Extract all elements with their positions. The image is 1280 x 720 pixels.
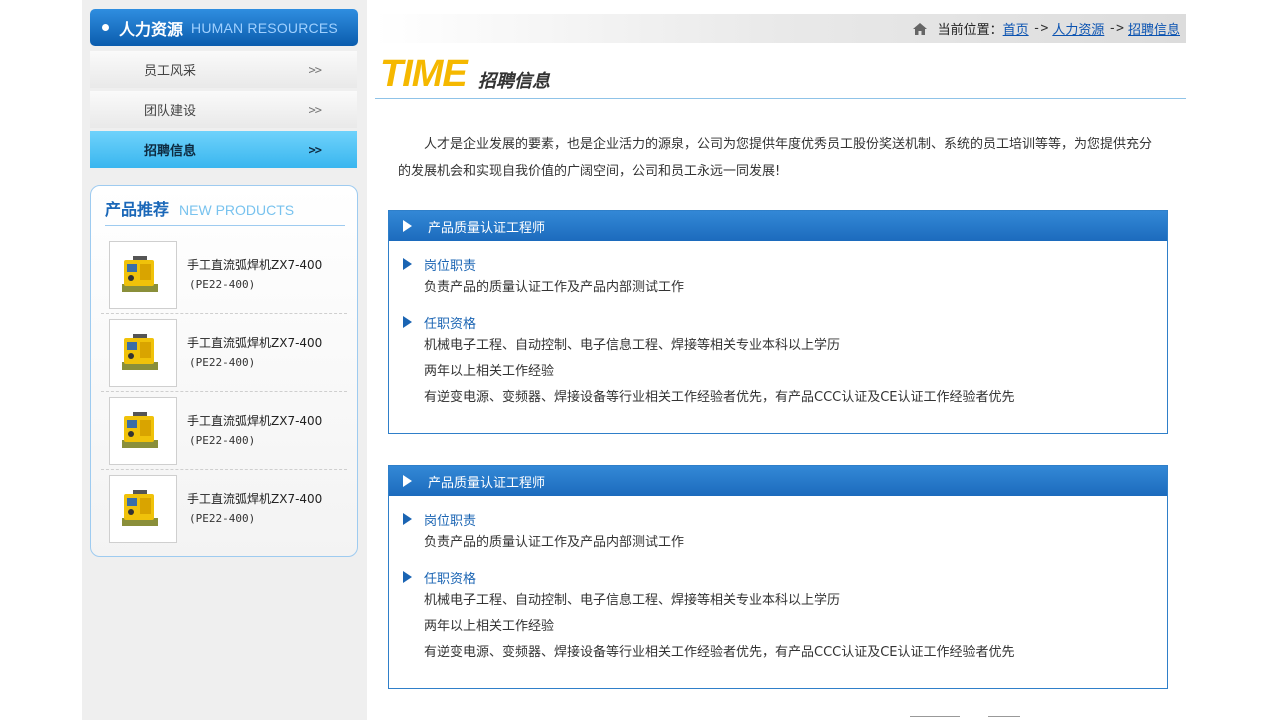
triangle-right-icon bbox=[403, 571, 412, 583]
breadcrumb-separator: -> bbox=[1108, 21, 1124, 36]
product-name[interactable]: 手工直流弧焊机ZX7-400 bbox=[187, 255, 322, 275]
breadcrumb-hr-link[interactable]: 人力资源 bbox=[1052, 19, 1104, 38]
sidebar-title-en: HUMAN RESOURCES bbox=[191, 19, 338, 36]
products-title-zh: 产品推荐 bbox=[105, 200, 170, 219]
home-icon bbox=[912, 22, 927, 35]
product-item[interactable]: 手工直流弧焊机ZX7-400 (PE22-400) bbox=[101, 314, 347, 392]
double-chevron-icon: >> bbox=[308, 142, 322, 157]
sidebar-nav: 员工风采 >> 团队建设 >> 招聘信息 >> bbox=[90, 51, 357, 171]
triangle-right-icon bbox=[403, 316, 412, 328]
breadcrumb-prefix: 当前位置： bbox=[937, 23, 1003, 38]
products-panel: 产品推荐 NEW PRODUCTS 手工直流弧焊机ZX7-400 (PE22-4… bbox=[90, 185, 358, 557]
product-image[interactable] bbox=[109, 318, 177, 387]
pagination-button[interactable] bbox=[910, 716, 960, 720]
products-list: 手工直流弧焊机ZX7-400 (PE22-400) 手工直流弧焊机ZX7-400… bbox=[101, 236, 347, 548]
duty-title: 岗位职责 bbox=[424, 258, 477, 274]
page-title: TIME 招聘信息 bbox=[375, 54, 1186, 99]
sidebar-item-label: 团队建设 bbox=[144, 104, 197, 119]
duty-line: 负责产品的质量认证工作及产品内部测试工作 bbox=[424, 535, 685, 550]
triangle-right-icon bbox=[403, 475, 412, 487]
product-name[interactable]: 手工直流弧焊机ZX7-400 bbox=[187, 411, 322, 431]
requirement-line: 有逆变电源、变频器、焊接设备等行业相关工作经验者优先，有产品CCC认证及CE认证… bbox=[424, 390, 1015, 405]
breadcrumb-separator: -> bbox=[1032, 21, 1049, 36]
product-name[interactable]: 手工直流弧焊机ZX7-400 bbox=[187, 333, 322, 353]
product-item[interactable]: 手工直流弧焊机ZX7-400 (PE22-400) bbox=[101, 236, 347, 314]
double-chevron-icon: >> bbox=[308, 102, 322, 117]
welder-machine-icon bbox=[122, 411, 158, 448]
welder-machine-icon bbox=[122, 255, 158, 292]
page: 人力资源 HUMAN RESOURCES 员工风采 >> 团队建设 >> 招聘信… bbox=[0, 0, 1280, 720]
sidebar-item-staff[interactable]: 员工风采 >> bbox=[90, 51, 357, 88]
job-card: 产品质量认证工程师 岗位职责 负责产品的质量认证工作及产品内部测试工作 任职资格… bbox=[388, 465, 1168, 689]
job-title: 产品质量认证工程师 bbox=[428, 475, 546, 491]
intro-paragraph: 人才是企业发展的要素，也是企业活力的源泉，公司为您提供年度优秀员工股份奖送机制、… bbox=[398, 137, 1153, 179]
job-card-header: 产品质量认证工程师 bbox=[389, 211, 1167, 241]
products-title-en: NEW PRODUCTS bbox=[179, 202, 295, 218]
requirement-title: 任职资格 bbox=[424, 316, 477, 332]
sidebar-header: 人力资源 HUMAN RESOURCES bbox=[90, 9, 358, 46]
duty-section: 岗位职责 负责产品的质量认证工作及产品内部测试工作 bbox=[389, 253, 1167, 301]
job-card-header: 产品质量认证工程师 bbox=[389, 466, 1167, 496]
triangle-right-icon bbox=[403, 513, 412, 525]
product-item[interactable]: 手工直流弧焊机ZX7-400 (PE22-400) bbox=[101, 470, 347, 548]
requirement-line: 两年以上相关工作经验 bbox=[424, 619, 555, 634]
product-model: (PE22-400) bbox=[189, 355, 256, 369]
product-image[interactable] bbox=[109, 240, 177, 309]
pagination-button[interactable] bbox=[988, 716, 1020, 720]
breadcrumb-home-link[interactable]: 首页 bbox=[1003, 19, 1029, 38]
breadcrumb-current-link[interactable]: 招聘信息 bbox=[1128, 19, 1180, 38]
triangle-right-icon bbox=[403, 258, 412, 270]
sidebar-item-recruitment[interactable]: 招聘信息 >> bbox=[90, 131, 357, 168]
sidebar-item-label: 员工风采 bbox=[144, 64, 197, 79]
left-sidebar: 人力资源 HUMAN RESOURCES 员工风采 >> 团队建设 >> 招聘信… bbox=[82, 0, 367, 720]
requirement-title: 任职资格 bbox=[424, 571, 477, 587]
sidebar-title: 人力资源 bbox=[119, 19, 184, 39]
products-title: 产品推荐 NEW PRODUCTS bbox=[105, 196, 345, 226]
product-model: (PE22-400) bbox=[189, 512, 256, 525]
product-image[interactable] bbox=[109, 475, 177, 543]
welder-machine-icon bbox=[122, 333, 158, 370]
requirement-section: 任职资格 机械电子工程、自动控制、电子信息工程、焊接等相关专业本科以上学历 两年… bbox=[389, 566, 1167, 666]
product-image[interactable] bbox=[109, 396, 177, 465]
page-title-en: TIME bbox=[380, 53, 468, 95]
duty-title: 岗位职责 bbox=[424, 513, 477, 529]
sidebar-item-label: 招聘信息 bbox=[144, 144, 197, 159]
job-card: 产品质量认证工程师 岗位职责 负责产品的质量认证工作及产品内部测试工作 任职资格… bbox=[388, 210, 1168, 434]
job-title: 产品质量认证工程师 bbox=[428, 220, 546, 236]
requirement-line: 有逆变电源、变频器、焊接设备等行业相关工作经验者优先，有产品CCC认证及CE认证… bbox=[424, 645, 1015, 660]
sidebar-item-team[interactable]: 团队建设 >> bbox=[90, 91, 357, 128]
welder-machine-icon bbox=[122, 490, 158, 526]
duty-section: 岗位职责 负责产品的质量认证工作及产品内部测试工作 bbox=[389, 508, 1167, 556]
product-name[interactable]: 手工直流弧焊机ZX7-400 bbox=[187, 489, 322, 509]
requirement-line: 两年以上相关工作经验 bbox=[424, 364, 555, 379]
requirement-line: 机械电子工程、自动控制、电子信息工程、焊接等相关专业本科以上学历 bbox=[424, 593, 841, 608]
page-title-zh: 招聘信息 bbox=[478, 71, 550, 92]
product-model: (PE22-400) bbox=[189, 433, 256, 447]
duty-line: 负责产品的质量认证工作及产品内部测试工作 bbox=[424, 280, 685, 295]
double-chevron-icon: >> bbox=[308, 62, 322, 77]
triangle-right-icon bbox=[403, 220, 412, 232]
bullet-icon bbox=[102, 24, 109, 31]
requirement-section: 任职资格 机械电子工程、自动控制、电子信息工程、焊接等相关专业本科以上学历 两年… bbox=[389, 311, 1167, 411]
breadcrumb: 当前位置： 首页 -> 人力资源 -> 招聘信息 bbox=[375, 14, 1186, 43]
product-item[interactable]: 手工直流弧焊机ZX7-400 (PE22-400) bbox=[101, 392, 347, 470]
requirement-line: 机械电子工程、自动控制、电子信息工程、焊接等相关专业本科以上学历 bbox=[424, 338, 841, 353]
product-model: (PE22-400) bbox=[189, 277, 256, 291]
